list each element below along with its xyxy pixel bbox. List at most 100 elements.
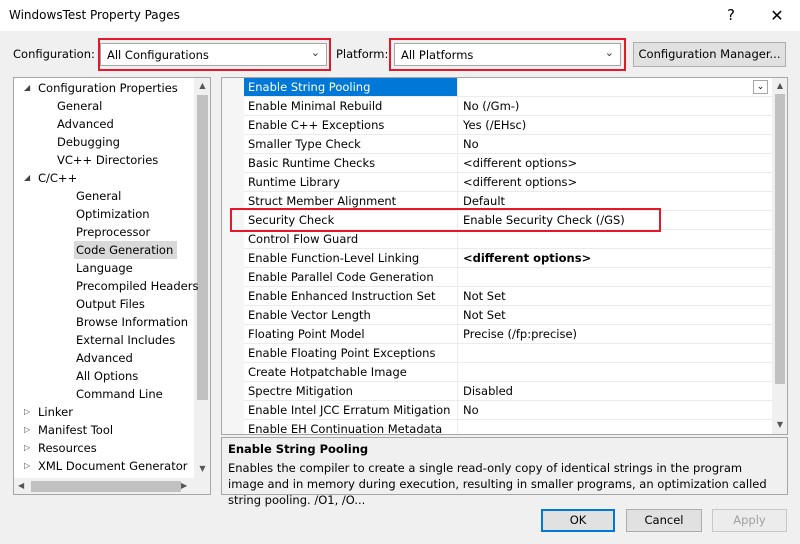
property-row[interactable]: Create Hotpatchable Image <box>244 363 772 382</box>
property-value[interactable]: Yes (/EHsc) <box>458 116 772 134</box>
property-name: Enable Intel JCC Erratum Mitigation <box>244 401 458 419</box>
property-row[interactable]: Control Flow Guard <box>244 230 772 249</box>
property-value[interactable]: <different options> <box>458 173 772 191</box>
tree-item[interactable]: Configuration Properties <box>36 79 182 97</box>
tree-item[interactable]: XML Document Generator <box>36 457 192 475</box>
configuration-dropdown[interactable]: All Configurations ⌄ <box>100 43 327 66</box>
property-row[interactable]: Enable EH Continuation Metadata <box>244 420 772 434</box>
collapsed-arrow-icon[interactable]: ▷ <box>24 457 30 475</box>
property-value[interactable]: No (/Gm-) <box>458 97 772 115</box>
tree-item[interactable]: Preprocessor <box>74 223 154 241</box>
tree-vscroll-thumb[interactable] <box>197 95 208 400</box>
tree-item[interactable]: All Options <box>74 367 142 385</box>
configuration-label: Configuration: <box>13 47 95 61</box>
tree-hscroll-thumb[interactable] <box>31 481 181 492</box>
tree-item[interactable]: Browse Information <box>74 313 192 331</box>
property-row[interactable]: Enable Function-Level Linking <different … <box>244 249 772 268</box>
tree-item-label: Configuration Properties <box>38 81 178 95</box>
property-name: Smaller Type Check <box>244 135 458 153</box>
property-row[interactable]: Enable Enhanced Instruction Set Not Set <box>244 287 772 306</box>
tree-item-label: Output Files <box>76 297 145 311</box>
property-row[interactable]: Smaller Type Check No <box>244 135 772 154</box>
property-value[interactable]: <different options> <box>458 249 772 267</box>
scroll-down-icon[interactable]: ▼ <box>194 464 210 473</box>
cancel-button[interactable]: Cancel <box>626 509 702 532</box>
property-value[interactable]: <different options> <box>458 154 772 172</box>
tree-item[interactable]: VC++ Directories <box>55 151 162 169</box>
expanded-arrow-icon[interactable]: ◢ <box>24 79 30 97</box>
scroll-up-icon[interactable]: ▲ <box>772 81 787 90</box>
apply-button[interactable]: Apply <box>712 509 787 532</box>
tree-item-label: Resources <box>38 441 97 455</box>
property-row[interactable]: Enable Minimal Rebuild No (/Gm-) <box>244 97 772 116</box>
property-row[interactable]: Enable Parallel Code Generation <box>244 268 772 287</box>
tree-item[interactable]: Optimization <box>74 205 154 223</box>
chevron-down-icon[interactable]: ⌄ <box>753 80 768 94</box>
tree-item[interactable]: Resources <box>36 439 101 457</box>
property-row[interactable]: Enable String Pooling ⌄ <box>244 78 772 97</box>
tree-item-label: Preprocessor <box>76 225 151 239</box>
tree-item[interactable]: Debugging <box>55 133 124 151</box>
property-value[interactable]: Not Set <box>458 287 772 305</box>
tree-item[interactable]: Output Files <box>74 295 149 313</box>
property-value[interactable]: No <box>458 401 772 419</box>
tree-item[interactable]: Language <box>74 259 137 277</box>
scroll-down-icon[interactable]: ▼ <box>772 420 787 429</box>
expanded-arrow-icon[interactable]: ◢ <box>24 169 30 187</box>
scroll-right-icon[interactable]: ▶ <box>181 481 187 490</box>
tree-item[interactable]: Manifest Tool <box>36 421 117 439</box>
property-row[interactable]: Spectre Mitigation Disabled <box>244 382 772 401</box>
property-name: Enable String Pooling <box>244 78 458 96</box>
collapsed-arrow-icon[interactable]: ▷ <box>24 439 30 457</box>
scroll-left-icon[interactable]: ◀ <box>18 481 24 490</box>
tree-item-label: XML Document Generator <box>38 459 188 473</box>
property-value[interactable]: No <box>458 135 772 153</box>
property-value[interactable] <box>458 344 772 362</box>
property-name: Enable Vector Length <box>244 306 458 324</box>
property-value[interactable] <box>458 268 772 286</box>
ok-button[interactable]: OK <box>541 509 615 532</box>
property-value[interactable]: Not Set <box>458 306 772 324</box>
tree-item[interactable]: Code Generation <box>74 241 178 259</box>
property-value[interactable] <box>458 420 772 434</box>
collapsed-arrow-icon[interactable]: ▷ <box>24 421 30 439</box>
property-row[interactable]: Runtime Library <different options> <box>244 173 772 192</box>
tree-item-label: Advanced <box>57 117 114 131</box>
tree-item-label: Precompiled Headers <box>76 279 199 293</box>
property-grid[interactable]: ▲ ▼ Enable String Pooling ⌄ Enable Minimal… <box>221 77 788 435</box>
tree-item[interactable]: Advanced <box>55 115 118 133</box>
property-tree[interactable]: ▲ ▼ ◀ ▶ Configuration Properties ◢ General… <box>13 77 211 495</box>
tree-item[interactable]: Advanced <box>74 349 137 367</box>
property-value[interactable] <box>458 78 772 96</box>
property-name: Enable Floating Point Exceptions <box>244 344 458 362</box>
help-button[interactable]: ? <box>708 0 754 31</box>
tree-item[interactable]: Linker <box>36 403 77 421</box>
scroll-up-icon[interactable]: ▲ <box>194 81 210 90</box>
property-row[interactable]: Enable Floating Point Exceptions <box>244 344 772 363</box>
property-value[interactable] <box>458 230 772 248</box>
grid-vertical-scrollbar[interactable]: ▲ ▼ <box>772 78 787 434</box>
property-row[interactable]: Enable Vector Length Not Set <box>244 306 772 325</box>
tree-item-label: Advanced <box>76 351 133 365</box>
close-button[interactable]: ✕ <box>754 0 800 31</box>
property-row[interactable]: Basic Runtime Checks <different options> <box>244 154 772 173</box>
property-value[interactable] <box>458 363 772 381</box>
tree-item[interactable]: Command Line <box>74 385 167 403</box>
platform-label: Platform: <box>336 47 389 61</box>
tree-horizontal-scrollbar[interactable]: ◀ ▶ <box>14 478 210 494</box>
tree-item[interactable]: General <box>74 187 125 205</box>
property-row[interactable]: Enable Intel JCC Erratum Mitigation No <box>244 401 772 420</box>
tree-item[interactable]: C/C++ <box>36 169 81 187</box>
property-value[interactable]: Disabled <box>458 382 772 400</box>
property-row[interactable]: Enable C++ Exceptions Yes (/EHsc) <box>244 116 772 135</box>
platform-dropdown[interactable]: All Platforms ⌄ <box>394 43 621 66</box>
grid-vscroll-thumb[interactable] <box>775 94 785 384</box>
property-row[interactable]: Floating Point Model Precise (/fp:precise… <box>244 325 772 344</box>
tree-item-label: General <box>57 99 103 113</box>
configuration-manager-button[interactable]: Configuration Manager... <box>633 42 786 67</box>
tree-item[interactable]: External Includes <box>74 331 179 349</box>
collapsed-arrow-icon[interactable]: ▷ <box>24 403 30 421</box>
tree-item[interactable]: Precompiled Headers <box>74 277 202 295</box>
tree-item[interactable]: General <box>55 97 106 115</box>
property-value[interactable]: Precise (/fp:precise) <box>458 325 772 343</box>
